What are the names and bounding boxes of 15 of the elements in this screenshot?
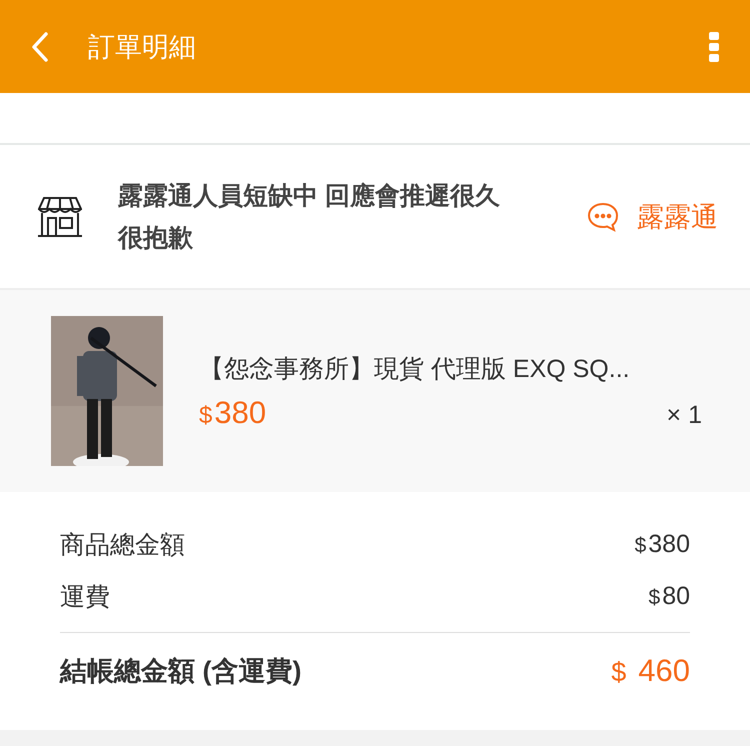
more-icon[interactable]: [708, 32, 720, 62]
page-title: 訂單明細: [88, 30, 197, 64]
chat-icon: [587, 202, 619, 232]
product-name[interactable]: 【怨念事務所】現貨 代理版 EXQ SQ...: [199, 352, 702, 384]
back-icon[interactable]: [30, 30, 50, 62]
shop-icon: [38, 196, 82, 238]
total-label: 結帳總金額 (含運費): [60, 655, 302, 688]
summary-label: 運費: [60, 582, 110, 612]
product-quantity: × 1: [666, 400, 702, 430]
summary-amount: $380: [634, 530, 690, 558]
total-amount: $ 460: [611, 653, 690, 689]
summary-label: 商品總金額: [60, 530, 185, 560]
shop-notice: 露露通人員短缺中 回應會推遲很久很抱歉: [118, 180, 501, 254]
summary-amount: $80: [648, 582, 690, 610]
product-price: $380: [199, 394, 266, 430]
